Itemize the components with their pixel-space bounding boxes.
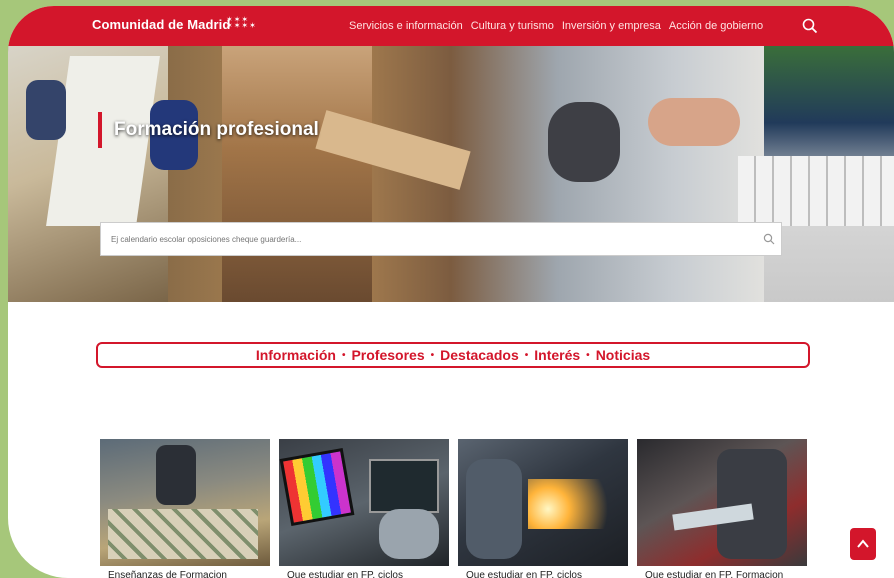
hero-photo-glove [548,102,620,182]
main-nav: Servicios e información Cultura y turism… [349,20,763,32]
card-caption: Que estudiar en FP. ciclos [466,570,582,578]
card-image-electronics [100,439,270,566]
brand-logo[interactable]: Comunidad de Madrid [92,17,230,32]
hero-title-block: Formación profesional [98,112,319,148]
hero-photo-hand [648,98,740,146]
hero-search-box [100,222,782,256]
nav-item-accion[interactable]: Acción de gobierno [669,20,763,32]
page-title: Formación profesional [114,119,319,140]
search-icon[interactable] [763,233,775,245]
tab-separator: • [586,349,590,361]
tab-separator: • [524,349,529,361]
tab-profesores[interactable]: Profesores [351,347,424,363]
tab-separator: • [341,349,346,361]
card-caption: Que estudiar en FP. ciclos [287,570,403,578]
tab-interes[interactable]: Interés [534,347,580,363]
card-ensenanzas[interactable]: Enseñanzas de Formacion [100,439,270,578]
nav-item-cultura[interactable]: Cultura y turismo [471,20,554,32]
stars-logo-icon: ✶✶✶ ✶✶✶✶ [226,15,257,30]
page-frame: Comunidad de Madrid ✶✶✶ ✶✶✶✶ Servicios e … [8,6,894,578]
card-image-welding [458,439,628,566]
card-ciclos-2[interactable]: Que estudiar en FP. ciclos [458,439,628,578]
top-bar: Comunidad de Madrid ✶✶✶ ✶✶✶✶ Servicios e … [8,6,894,46]
hero-photo-worker [26,80,66,140]
card-caption: Que estudiar en FP. Formacion [645,570,784,578]
tab-destacados[interactable]: Destacados [440,347,519,363]
title-accent-bar [98,112,102,148]
card-image-tablet [637,439,807,566]
search-icon[interactable] [802,18,818,34]
card-image-oscilloscope [279,439,449,566]
card-caption: Enseñanzas de Formacion [108,570,227,578]
card-ciclos-1[interactable]: Que estudiar en FP. ciclos [279,439,449,578]
scroll-top-button[interactable] [850,528,876,560]
hero-photo-wood [222,46,372,302]
hero-banner: Formación profesional [8,46,894,302]
nav-item-inversion[interactable]: Inversión y empresa [562,20,661,32]
chevron-up-icon [857,539,869,548]
card-formacion[interactable]: Que estudiar en FP. Formacion [637,439,807,578]
section-tabs: Información • Profesores • Destacados • … [96,342,810,368]
hero-photo-breakers [738,156,894,226]
tab-noticias[interactable]: Noticias [596,347,650,363]
tab-separator: • [430,349,435,361]
search-input[interactable] [109,223,753,255]
nav-item-servicios[interactable]: Servicios e información [349,20,463,32]
tab-informacion[interactable]: Información [256,347,336,363]
